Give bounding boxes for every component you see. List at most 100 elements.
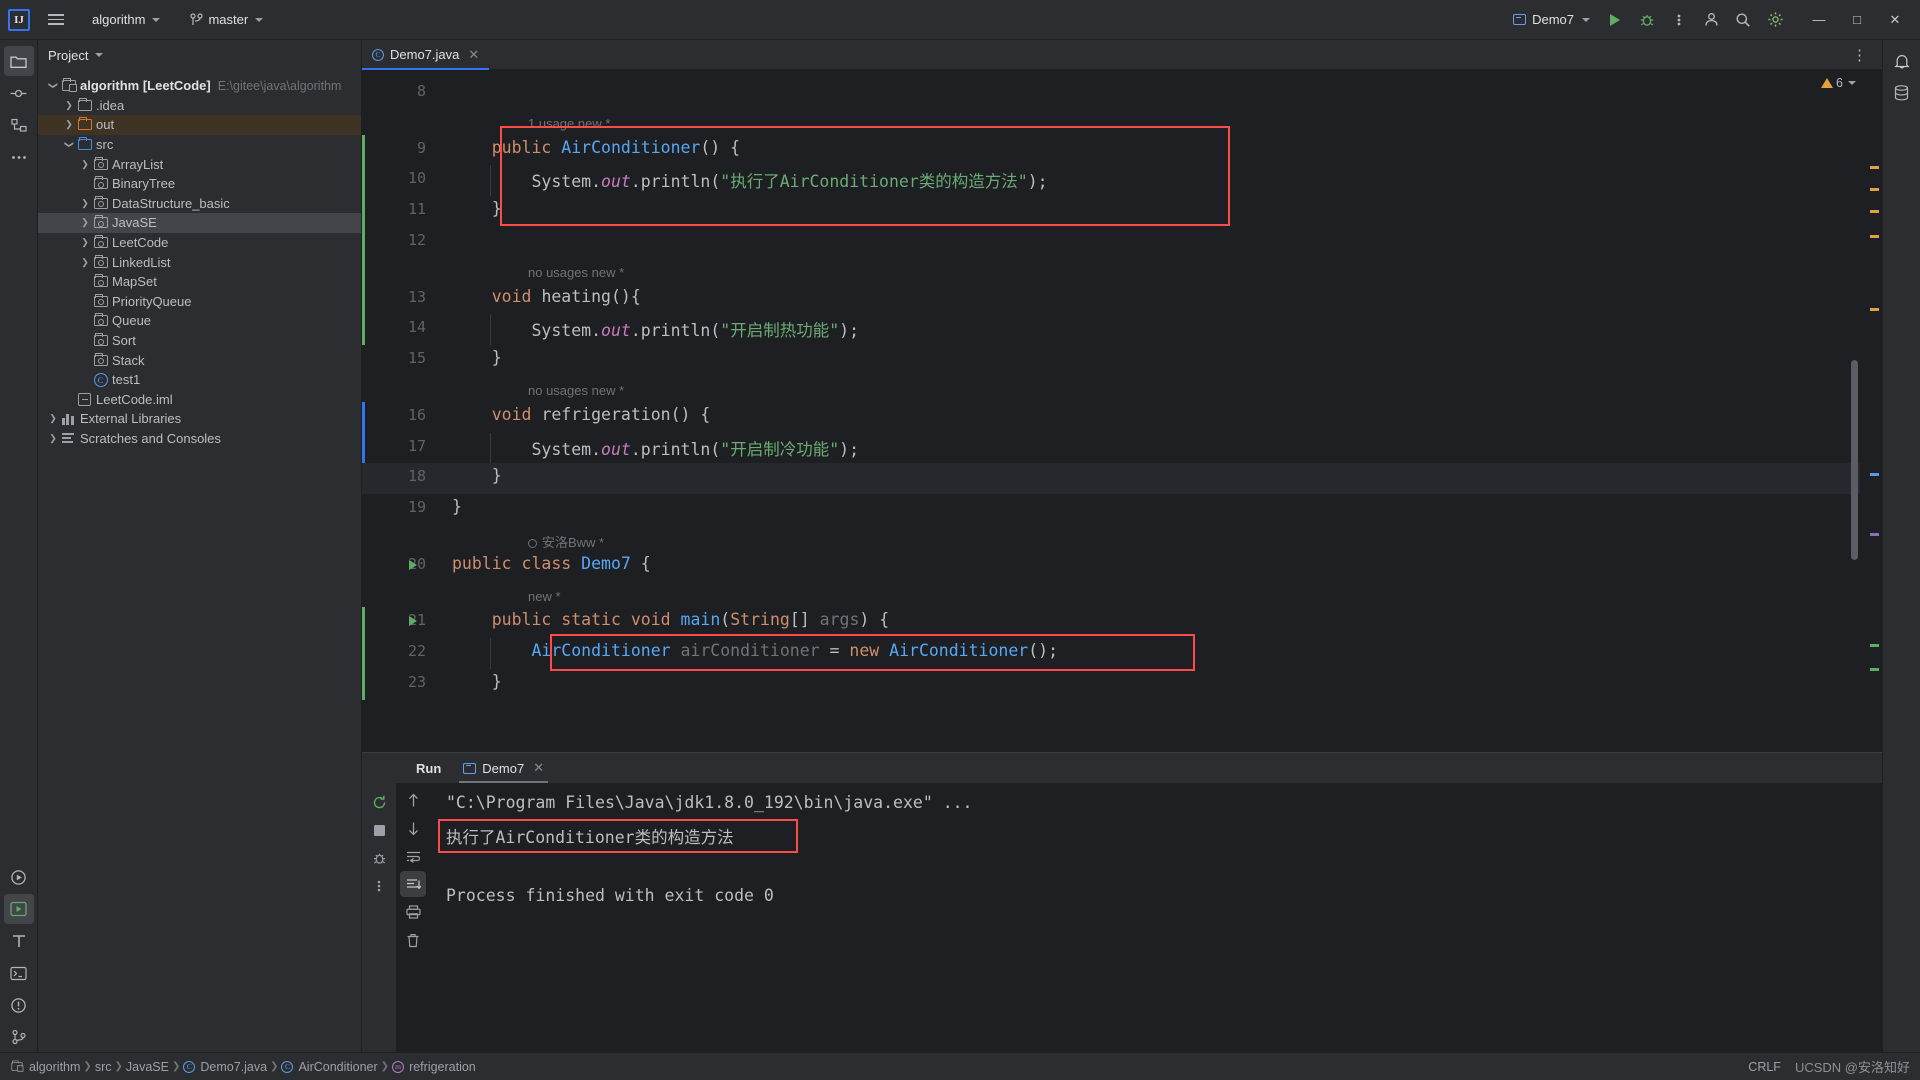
- breadcrumb-item-airconditioner[interactable]: C AirConditioner: [281, 1060, 378, 1074]
- structure-tool-button[interactable]: [4, 110, 34, 140]
- code-line[interactable]: System.out.println("开启制冷功能");: [452, 436, 859, 460]
- gutter-run-icon[interactable]: [409, 616, 417, 627]
- tree-item-linkedlist[interactable]: ❯ LinkedList: [38, 252, 361, 272]
- close-run-tab-icon[interactable]: ✕: [533, 760, 544, 776]
- minimize-button[interactable]: —: [1800, 1, 1838, 39]
- code-line[interactable]: public AirConditioner() {: [452, 138, 740, 157]
- code-usage-hint[interactable]: no usages new *: [528, 383, 624, 398]
- breadcrumb[interactable]: algorithm ❯ src ❯ JavaSE ❯ C Demo7.java ❯ C AirCon…: [10, 1060, 476, 1074]
- tree-item-arraylist[interactable]: ❯ ArrayList: [38, 154, 361, 174]
- run-tool-button[interactable]: [4, 862, 34, 892]
- breadcrumb-item-algorithm[interactable]: algorithm: [10, 1060, 80, 1074]
- project-tree[interactable]: ❯ algorithm [LeetCode] E:\gitee\java\algor…: [38, 70, 361, 1052]
- chevron-right-icon[interactable]: ❯: [62, 119, 76, 130]
- clear-all-button[interactable]: [400, 927, 426, 953]
- print-button[interactable]: [400, 899, 426, 925]
- code-line[interactable]: void refrigeration() {: [452, 405, 711, 424]
- tree-item-sort[interactable]: Sort: [38, 331, 361, 351]
- chevron-right-icon[interactable]: ❯: [62, 100, 76, 111]
- project-selector[interactable]: algorithm: [84, 9, 168, 30]
- analysis-strip[interactable]: [1860, 70, 1882, 752]
- scroll-down-button[interactable]: [400, 815, 426, 841]
- run-debug-button[interactable]: [366, 845, 392, 871]
- tree-item-priorityqueue[interactable]: PriorityQueue: [38, 292, 361, 312]
- code-line[interactable]: void heating(){: [452, 287, 641, 306]
- run-console[interactable]: "C:\Program Files\Java\jdk1.8.0_192\bin\…: [430, 783, 1882, 1052]
- breadcrumb-item-src[interactable]: src: [95, 1060, 112, 1074]
- tree-item-scratches-and-consoles[interactable]: ❯ Scratches and Consoles: [38, 429, 361, 449]
- console-command-line[interactable]: "C:\Program Files\Java\jdk1.8.0_192\bin\…: [446, 793, 973, 812]
- tree-item-src[interactable]: ❯ src: [38, 135, 361, 155]
- close-tab-icon[interactable]: ✕: [468, 47, 479, 63]
- run-more-button[interactable]: [366, 873, 392, 899]
- run-tab-demo7[interactable]: Demo7 ✕: [453, 753, 554, 783]
- code-content[interactable]: 1 usage new * public AirConditioner() { …: [438, 70, 1882, 752]
- database-button[interactable]: [1887, 78, 1917, 108]
- chevron-right-icon[interactable]: ❯: [78, 257, 92, 268]
- scroll-up-button[interactable]: [400, 787, 426, 813]
- tree-item-stack[interactable]: Stack: [38, 350, 361, 370]
- tree-item-leetcode[interactable]: ❯ LeetCode: [38, 233, 361, 253]
- debug-button[interactable]: [1632, 5, 1662, 35]
- tree-item-queue[interactable]: Queue: [38, 311, 361, 331]
- code-line[interactable]: }: [452, 672, 502, 691]
- tree-item-leetcode-iml[interactable]: LeetCode.iml: [38, 390, 361, 410]
- code-line[interactable]: public static void main(String[] args) {: [452, 610, 889, 629]
- rerun-button[interactable]: [366, 789, 392, 815]
- breadcrumb-item-demo7-java[interactable]: C Demo7.java: [183, 1060, 267, 1074]
- breadcrumb-item-javase[interactable]: JavaSE: [126, 1060, 169, 1074]
- code-line[interactable]: }: [452, 199, 502, 218]
- code-line[interactable]: }: [452, 348, 502, 367]
- todo-tool-button[interactable]: [4, 926, 34, 956]
- main-menu-icon[interactable]: [42, 6, 70, 34]
- run-configuration-selector[interactable]: Demo7: [1505, 9, 1598, 30]
- code-editor[interactable]: 8 9 10 11 12 13 14 15 16 17 18 19 20 21 22 23 1 usage n…: [362, 70, 1882, 752]
- code-line[interactable]: }: [452, 466, 502, 485]
- inspection-status[interactable]: 6: [1821, 76, 1856, 90]
- editor-tab-demo7[interactable]: C Demo7.java ✕: [362, 40, 490, 70]
- project-tool-button[interactable]: [3, 46, 34, 76]
- more-tools-button[interactable]: [4, 142, 34, 172]
- chevron-right-icon[interactable]: ❯: [78, 198, 92, 209]
- tree-item-algorithm-leetcode[interactable]: ❯ algorithm [LeetCode] E:\gitee\java\algor…: [38, 76, 361, 96]
- chevron-right-icon[interactable]: ❯: [78, 237, 92, 248]
- scroll-to-end-button[interactable]: [400, 871, 426, 897]
- notifications-button[interactable]: [1887, 46, 1917, 76]
- project-panel-header[interactable]: Project: [38, 40, 361, 70]
- intellij-logo-icon[interactable]: IJ: [8, 8, 30, 31]
- git-tool-button[interactable]: [4, 1022, 34, 1052]
- editor-vertical-scrollbar[interactable]: [1851, 360, 1858, 560]
- chevron-right-icon[interactable]: ❯: [78, 217, 92, 228]
- tree-item-javase[interactable]: ❯ JavaSE: [38, 213, 361, 233]
- account-button[interactable]: [1696, 5, 1726, 35]
- chevron-right-icon[interactable]: ❯: [78, 159, 92, 170]
- tree-item-external-libraries[interactable]: ❯ External Libraries: [38, 409, 361, 429]
- line-separator-label[interactable]: CRLF: [1748, 1060, 1781, 1074]
- vcs-added-marker[interactable]: [362, 607, 365, 700]
- breadcrumb-item-refrigeration[interactable]: m refrigeration: [392, 1060, 476, 1074]
- problems-tool-button[interactable]: [4, 990, 34, 1020]
- tree-item-test1[interactable]: Ctest1: [38, 370, 361, 390]
- maximize-button[interactable]: □: [1838, 1, 1876, 39]
- code-author-hint[interactable]: 安洛Bww *: [528, 532, 604, 551]
- soft-wrap-button[interactable]: [400, 843, 426, 869]
- gutter-run-icon[interactable]: [409, 559, 417, 570]
- code-line[interactable]: AirConditioner airConditioner = new AirC…: [452, 641, 1058, 660]
- vcs-changed-marker[interactable]: [362, 401, 365, 464]
- chevron-right-icon[interactable]: ❯: [46, 433, 60, 444]
- code-usage-hint[interactable]: 1 usage new *: [528, 116, 610, 131]
- chevron-down-icon[interactable]: ❯: [64, 138, 75, 152]
- terminal-tool-button[interactable]: [4, 958, 34, 988]
- run-active-tool-button[interactable]: [3, 894, 34, 924]
- code-line[interactable]: System.out.println("开启制热功能");: [452, 317, 859, 341]
- close-button[interactable]: ✕: [1876, 1, 1914, 39]
- code-usage-hint[interactable]: no usages new *: [528, 265, 624, 280]
- editor-options-icon[interactable]: ⋮: [1846, 46, 1874, 64]
- run-button[interactable]: [1600, 5, 1630, 35]
- tree-item-datastructure-basic[interactable]: ❯ DataStructure_basic: [38, 194, 361, 214]
- code-line[interactable]: System.out.println("执行了AirConditioner类的构…: [452, 168, 1047, 192]
- code-line[interactable]: }: [452, 497, 462, 516]
- tree-item-out[interactable]: ❯ out: [38, 115, 361, 135]
- more-actions-button[interactable]: [1664, 5, 1694, 35]
- settings-button[interactable]: [1760, 5, 1790, 35]
